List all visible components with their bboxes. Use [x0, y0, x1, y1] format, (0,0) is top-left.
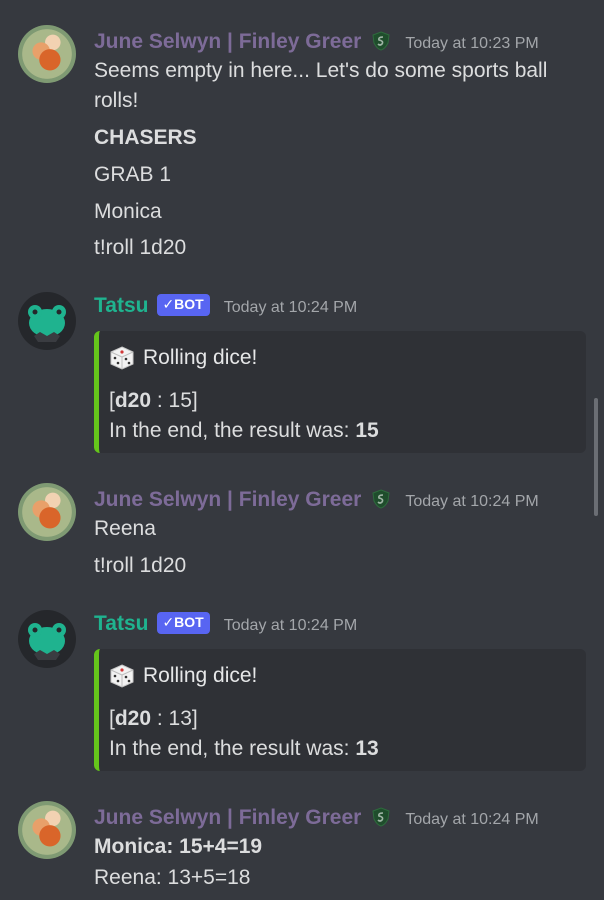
timestamp: Today at 10:24 PM — [223, 617, 358, 634]
message-text: Reena: 13+5=18 — [94, 866, 251, 889]
scrollbar-thumb[interactable] — [594, 398, 598, 516]
result-value: 13 — [355, 737, 379, 760]
roll-die: d20 — [114, 389, 152, 412]
embed-title: Rolling dice! — [109, 345, 257, 371]
message-text: Seems empty in here... Let's do some spo… — [94, 59, 548, 82]
embed-title-text: Rolling dice! — [143, 664, 258, 687]
message-header: June Selwyn | Finley Greer Today at 10:2… — [94, 486, 539, 512]
result-label: In the end, the result was: — [109, 419, 356, 442]
roll-result-raw: : 15] — [151, 389, 198, 412]
embed-title: Rolling dice! — [109, 663, 257, 689]
roll-result-raw: : 13] — [151, 707, 198, 730]
roll-result: In the end, the result was: 13 — [109, 737, 379, 761]
avatar[interactable] — [18, 25, 76, 83]
avatar[interactable] — [18, 801, 76, 859]
dice-embed: Rolling dice! [d20 : 15] In the end, the… — [94, 331, 586, 453]
dice-embed: Rolling dice! [d20 : 13] In the end, the… — [94, 649, 586, 771]
roll-detail: [d20 : 13] — [109, 707, 198, 731]
timestamp: Today at 10:24 PM — [405, 811, 539, 828]
message-text: GRAB 1 — [94, 163, 172, 186]
message-text: Reena — [94, 517, 156, 540]
message-text: t!roll 1d20 — [94, 554, 187, 577]
bot-badge: ✓BOT — [157, 294, 210, 316]
tatsu-avatar-icon — [28, 623, 66, 660]
username[interactable]: June Selwyn | Finley Greer — [94, 806, 361, 830]
username[interactable]: Tatsu — [94, 612, 148, 636]
message-text: rolls! — [94, 89, 139, 112]
username[interactable]: June Selwyn | Finley Greer — [94, 488, 361, 512]
tatsu-avatar-icon — [28, 305, 66, 342]
slytherin-crest-icon — [371, 31, 391, 51]
message-header: June Selwyn | Finley Greer Today at 10:2… — [94, 804, 539, 830]
avatar[interactable] — [18, 610, 76, 668]
timestamp: Today at 10:24 PM — [223, 299, 358, 316]
embed-title-text: Rolling dice! — [143, 346, 258, 369]
avatar[interactable] — [18, 292, 76, 350]
bot-badge: ✓BOT — [157, 612, 210, 634]
message-text: Monica: 15+4=19 — [94, 835, 263, 858]
result-value: 15 — [355, 419, 379, 442]
roll-result: In the end, the result was: 15 — [109, 419, 379, 443]
username[interactable]: June Selwyn | Finley Greer — [94, 30, 361, 54]
message-text: t!roll 1d20 — [94, 236, 187, 259]
timestamp: Today at 10:23 PM — [405, 35, 539, 52]
slytherin-crest-icon — [371, 807, 391, 827]
dice-icon — [109, 345, 135, 371]
message-text: Monica — [94, 200, 162, 223]
message-header: Tatsu ✓BOT Today at 10:24 PM — [94, 294, 357, 319]
message-text: CHASERS — [94, 126, 197, 149]
roll-detail: [d20 : 15] — [109, 389, 198, 413]
chat-log[interactable]: June Selwyn | Finley Greer Today at 10:2… — [0, 0, 604, 900]
message-header: Tatsu ✓BOT Today at 10:24 PM — [94, 612, 357, 637]
slytherin-crest-icon — [371, 489, 391, 509]
timestamp: Today at 10:24 PM — [405, 493, 539, 510]
message-header: June Selwyn | Finley Greer Today at 10:2… — [94, 28, 539, 54]
avatar[interactable] — [18, 483, 76, 541]
roll-die: d20 — [114, 707, 152, 730]
dice-icon — [109, 663, 135, 689]
username[interactable]: Tatsu — [94, 294, 148, 318]
result-label: In the end, the result was: — [109, 737, 356, 760]
